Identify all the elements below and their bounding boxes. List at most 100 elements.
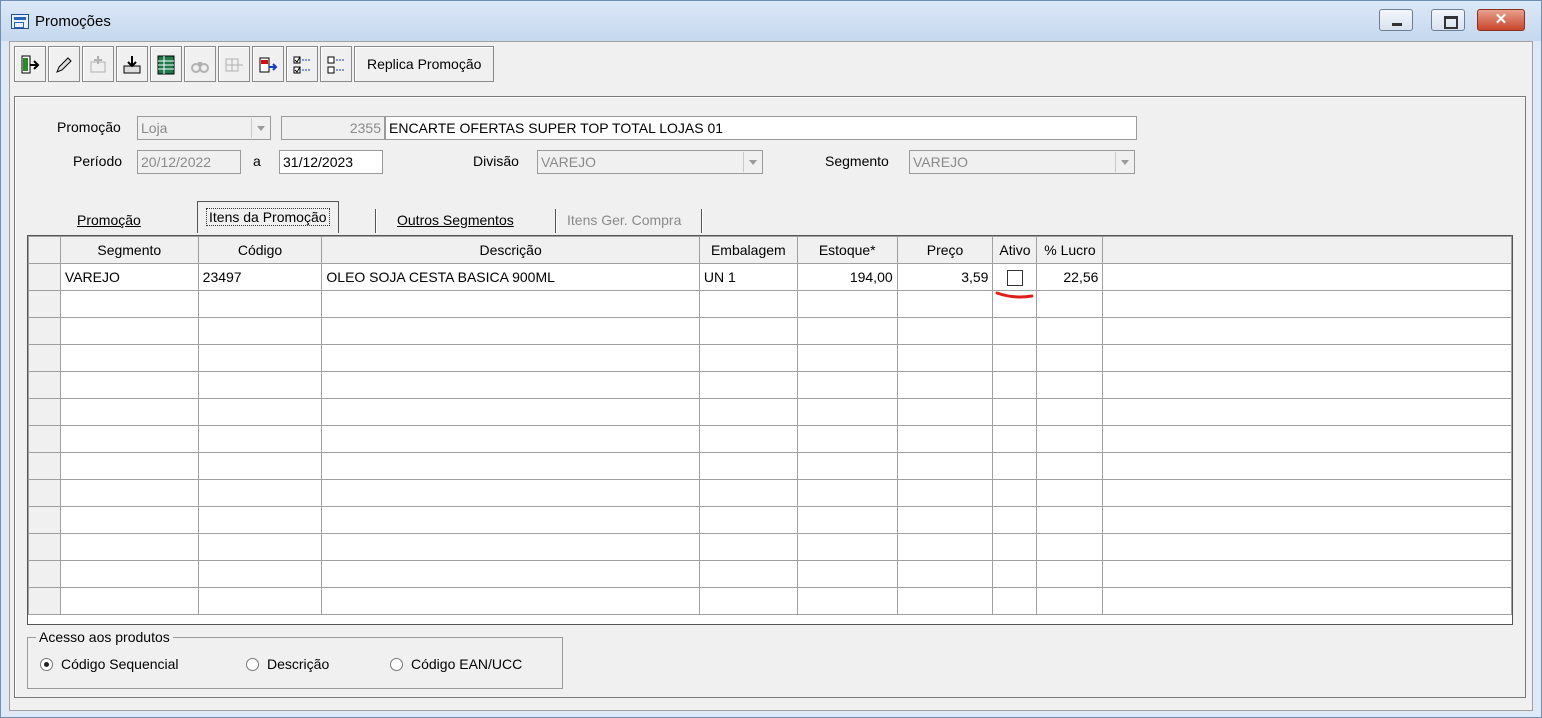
empty-cell[interactable] [59, 452, 199, 480]
empty-cell[interactable] [321, 425, 700, 453]
table-row[interactable] [28, 452, 1512, 480]
empty-cell[interactable] [698, 587, 798, 615]
edit-button[interactable] [48, 46, 80, 82]
column-header-codigo[interactable]: Código [197, 236, 323, 264]
empty-cell[interactable] [992, 371, 1038, 399]
column-header-embalagem[interactable]: Embalagem [698, 236, 798, 264]
empty-cell[interactable] [1036, 506, 1104, 534]
table-row[interactable] [28, 371, 1512, 399]
empty-cell[interactable] [796, 425, 898, 453]
table-row[interactable] [28, 506, 1512, 534]
column-header-estoque[interactable]: Estoque* [796, 236, 898, 264]
promocao-description-field[interactable]: ENCARTE OFERTAS SUPER TOP TOTAL LOJAS 01 [385, 116, 1137, 140]
spreadsheet-button[interactable] [150, 46, 182, 82]
empty-cell[interactable] [59, 398, 199, 426]
empty-cell[interactable] [1036, 371, 1104, 399]
table-row[interactable] [28, 398, 1512, 426]
empty-cell[interactable] [197, 587, 323, 615]
empty-cell[interactable] [796, 317, 898, 345]
empty-cell[interactable] [1036, 290, 1104, 318]
minimize-button[interactable] [1379, 9, 1413, 31]
ativo-checkbox[interactable] [1006, 269, 1023, 286]
cell-codigo[interactable]: 23497 [197, 263, 323, 291]
chevron-down-icon[interactable] [1115, 152, 1133, 172]
empty-cell[interactable] [896, 344, 994, 372]
promocao-type-select[interactable]: Loja [137, 116, 271, 140]
row-indicator[interactable] [28, 587, 61, 615]
search-button[interactable] [184, 46, 216, 82]
empty-cell[interactable] [796, 506, 898, 534]
save-button[interactable] [116, 46, 148, 82]
cell-estoque[interactable]: 194,00 [796, 263, 898, 291]
empty-cell[interactable] [698, 479, 798, 507]
table-row[interactable] [28, 425, 1512, 453]
empty-cell[interactable] [896, 506, 994, 534]
table-row[interactable] [28, 317, 1512, 345]
new-button[interactable] [82, 46, 114, 82]
empty-cell[interactable] [1036, 479, 1104, 507]
empty-cell[interactable] [321, 452, 700, 480]
empty-cell[interactable] [321, 317, 700, 345]
empty-cell[interactable] [698, 371, 798, 399]
table-row[interactable] [28, 533, 1512, 561]
cell-lucro[interactable]: 22,56 [1036, 263, 1104, 291]
table-row[interactable] [28, 344, 1512, 372]
replica-promocao-button[interactable]: Replica Promoção [354, 46, 495, 82]
empty-cell[interactable] [59, 425, 199, 453]
empty-cell[interactable] [321, 587, 700, 615]
empty-cell[interactable] [896, 317, 994, 345]
empty-cell[interactable] [896, 398, 994, 426]
empty-cell[interactable] [321, 506, 700, 534]
cell-preco[interactable]: 3,59 [896, 263, 994, 291]
empty-cell[interactable] [1036, 344, 1104, 372]
promocao-number-field[interactable]: 2355 [281, 116, 385, 140]
export-button[interactable] [252, 46, 284, 82]
tab-itens-da-promocao[interactable]: Itens da Promoção [197, 201, 339, 233]
empty-cell[interactable] [321, 344, 700, 372]
empty-cell[interactable] [321, 533, 700, 561]
radio-descricao[interactable]: Descrição [246, 656, 329, 672]
cell-ativo[interactable] [992, 263, 1038, 291]
empty-cell[interactable] [896, 479, 994, 507]
empty-cell[interactable] [321, 398, 700, 426]
column-header-lucro[interactable]: % Lucro [1036, 236, 1104, 264]
empty-cell[interactable] [59, 506, 199, 534]
empty-cell[interactable] [59, 533, 199, 561]
empty-cell[interactable] [896, 533, 994, 561]
table-row[interactable] [28, 290, 1512, 318]
row-indicator[interactable] [28, 290, 61, 318]
table-row[interactable] [28, 560, 1512, 588]
empty-cell[interactable] [321, 479, 700, 507]
cell-embalagem[interactable]: UN 1 [698, 263, 798, 291]
chevron-down-icon[interactable] [251, 118, 269, 138]
empty-cell[interactable] [1036, 452, 1104, 480]
row-indicator[interactable] [28, 533, 61, 561]
maximize-button[interactable] [1431, 9, 1465, 31]
empty-cell[interactable] [698, 317, 798, 345]
tab-outros-segmentos[interactable]: Outros Segmentos [389, 205, 522, 235]
empty-cell[interactable] [59, 479, 199, 507]
row-indicator[interactable] [28, 263, 61, 291]
empty-cell[interactable] [796, 560, 898, 588]
radio-codigo-ean-ucc[interactable]: Código EAN/UCC [390, 656, 522, 672]
empty-cell[interactable] [896, 290, 994, 318]
row-indicator[interactable] [28, 425, 61, 453]
empty-cell[interactable] [197, 371, 323, 399]
empty-cell[interactable] [59, 371, 199, 399]
empty-cell[interactable] [321, 560, 700, 588]
empty-cell[interactable] [197, 479, 323, 507]
empty-cell[interactable] [992, 479, 1038, 507]
empty-cell[interactable] [992, 344, 1038, 372]
deselect-all-button[interactable] [320, 46, 352, 82]
radio-unselected-icon[interactable] [390, 657, 403, 671]
row-indicator[interactable] [28, 344, 61, 372]
chevron-down-icon[interactable] [743, 152, 761, 172]
empty-cell[interactable] [1036, 560, 1104, 588]
radio-selected-icon[interactable] [40, 657, 53, 671]
segmento-select[interactable]: VAREJO [909, 150, 1135, 174]
empty-cell[interactable] [698, 344, 798, 372]
cell-descricao[interactable]: OLEO SOJA CESTA BASICA 900ML [321, 263, 700, 291]
empty-cell[interactable] [59, 587, 199, 615]
empty-cell[interactable] [796, 479, 898, 507]
empty-cell[interactable] [197, 290, 323, 318]
